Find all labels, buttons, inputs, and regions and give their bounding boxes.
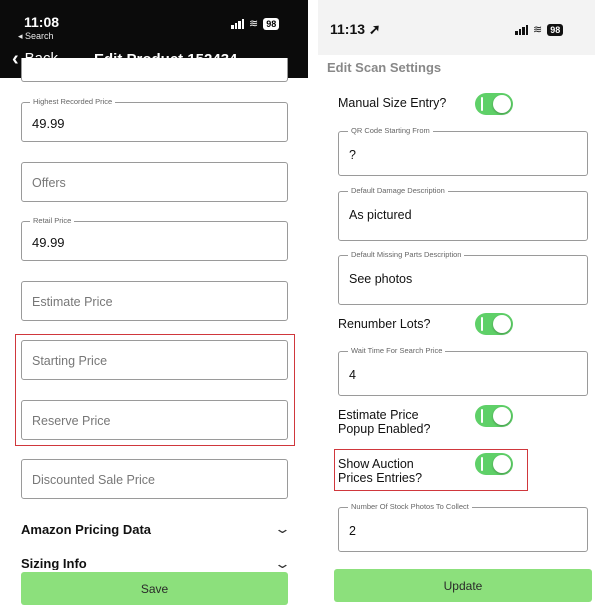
status-time: 11:08 (24, 14, 60, 30)
battery-icon: 98 (547, 24, 564, 36)
renumber-lots-toggle[interactable] (475, 313, 513, 335)
field-value: 2 (349, 524, 356, 538)
missing-parts-description-field[interactable]: Default Missing Parts Description See ph… (338, 250, 588, 305)
field-placeholder: Reserve Price (32, 414, 111, 428)
previous-field[interactable] (21, 58, 288, 82)
field-value: 49.99 (32, 235, 65, 250)
renumber-lots-row: Renumber Lots? (338, 317, 430, 331)
discounted-sale-price-field[interactable]: Discounted Sale Price (21, 459, 288, 499)
wait-time-field[interactable]: Wait Time For Search Price 4 (338, 346, 588, 396)
status-icons: ≋ 98 (515, 23, 564, 36)
chevron-down-icon: ⌄ (273, 521, 292, 536)
battery-icon: 98 (263, 18, 280, 30)
chevron-left-icon: ‹ (12, 47, 19, 70)
field-label: QR Code Starting From (348, 126, 433, 136)
toggle-label: Manual Size Entry? (338, 96, 447, 110)
offers-field[interactable]: Offers (21, 162, 288, 202)
chevron-down-icon: ⌄ (274, 556, 288, 570)
field-value: 49.99 (32, 116, 65, 131)
field-value: As pictured (349, 208, 412, 222)
estimate-price-field[interactable]: Estimate Price (21, 281, 288, 321)
field-placeholder: Offers (32, 176, 66, 190)
field-placeholder: Estimate Price (32, 295, 113, 309)
toggle-label-line2: Popup Enabled? (338, 422, 431, 436)
toggle-label-line1: Show Auction (338, 457, 414, 471)
sizing-info-section[interactable]: Sizing Info ⌄ (21, 556, 288, 570)
qr-code-start-field[interactable]: QR Code Starting From ? (338, 126, 588, 176)
field-label: Wait Time For Search Price (348, 346, 446, 356)
field-label: Number Of Stock Photos To Collect (348, 502, 472, 512)
back-to-search-link[interactable]: ◂ Search (18, 31, 54, 42)
toggle-label-line1: Estimate Price (338, 408, 419, 422)
update-button[interactable]: Update (334, 569, 592, 602)
toggle-on-mark (481, 97, 483, 111)
manual-size-entry-toggle[interactable] (475, 93, 513, 115)
save-button[interactable]: Save (21, 572, 288, 605)
status-icons: ≋ 98 (231, 17, 280, 30)
manual-size-entry-row: Manual Size Entry? (338, 96, 446, 110)
section-label: Sizing Info (21, 556, 87, 570)
toggle-on-mark (481, 457, 483, 471)
status-bar: 11:13 ➚ ≋ 98 (318, 0, 595, 55)
starting-price-field[interactable]: Starting Price (21, 340, 288, 380)
edit-scan-settings-screen: 11:13 ➚ ≋ 98 Edit Scan Settings Manual S… (318, 0, 595, 616)
reserve-price-field[interactable]: Reserve Price (21, 400, 288, 440)
field-value: See photos (349, 272, 413, 286)
stock-photos-count-field[interactable]: Number Of Stock Photos To Collect 2 (338, 502, 588, 552)
show-auction-prices-row: Show Auction Prices Entries? (338, 457, 422, 485)
amazon-pricing-section[interactable]: Amazon Pricing Data ⌄ (21, 518, 292, 540)
field-value: ? (349, 148, 356, 162)
toggle-knob (493, 315, 511, 333)
field-label: Retail Price (30, 216, 75, 226)
estimate-price-popup-row: Estimate Price Popup Enabled? (338, 408, 430, 436)
damage-description-field[interactable]: Default Damage Description As pictured (338, 186, 588, 241)
field-value: 4 (349, 368, 356, 382)
status-time: 11:13 ➚ (330, 21, 381, 37)
field-label: Default Damage Description (348, 186, 448, 196)
field-label: Highest Recorded Price (30, 97, 116, 107)
edit-product-screen: 11:08 ◂ Search ≋ 98 ‹ Back Edit Product … (0, 0, 308, 616)
toggle-on-mark (481, 317, 483, 331)
field-placeholder: Discounted Sale Price (32, 473, 155, 487)
signal-icon (515, 25, 528, 35)
field-placeholder: Starting Price (32, 354, 108, 368)
signal-icon (231, 19, 244, 29)
section-label: Amazon Pricing Data (21, 521, 152, 537)
wifi-icon: ≋ (249, 17, 259, 30)
toggle-on-mark (481, 409, 483, 423)
toggle-label: Renumber Lots? (338, 317, 431, 331)
estimate-price-popup-toggle[interactable] (475, 405, 513, 427)
toggle-label-line2: Prices Entries? (338, 471, 423, 485)
toggle-knob (493, 95, 511, 113)
toggle-knob (493, 407, 511, 425)
field-label: Default Missing Parts Description (348, 250, 465, 260)
retail-price-field[interactable]: Retail Price 49.99 (21, 216, 288, 261)
wifi-icon: ≋ (533, 23, 543, 36)
show-auction-prices-toggle[interactable] (475, 453, 513, 475)
highest-recorded-price-field[interactable]: Highest Recorded Price 49.99 (21, 97, 288, 142)
screen-title: Edit Scan Settings (327, 60, 442, 75)
toggle-knob (493, 455, 511, 473)
